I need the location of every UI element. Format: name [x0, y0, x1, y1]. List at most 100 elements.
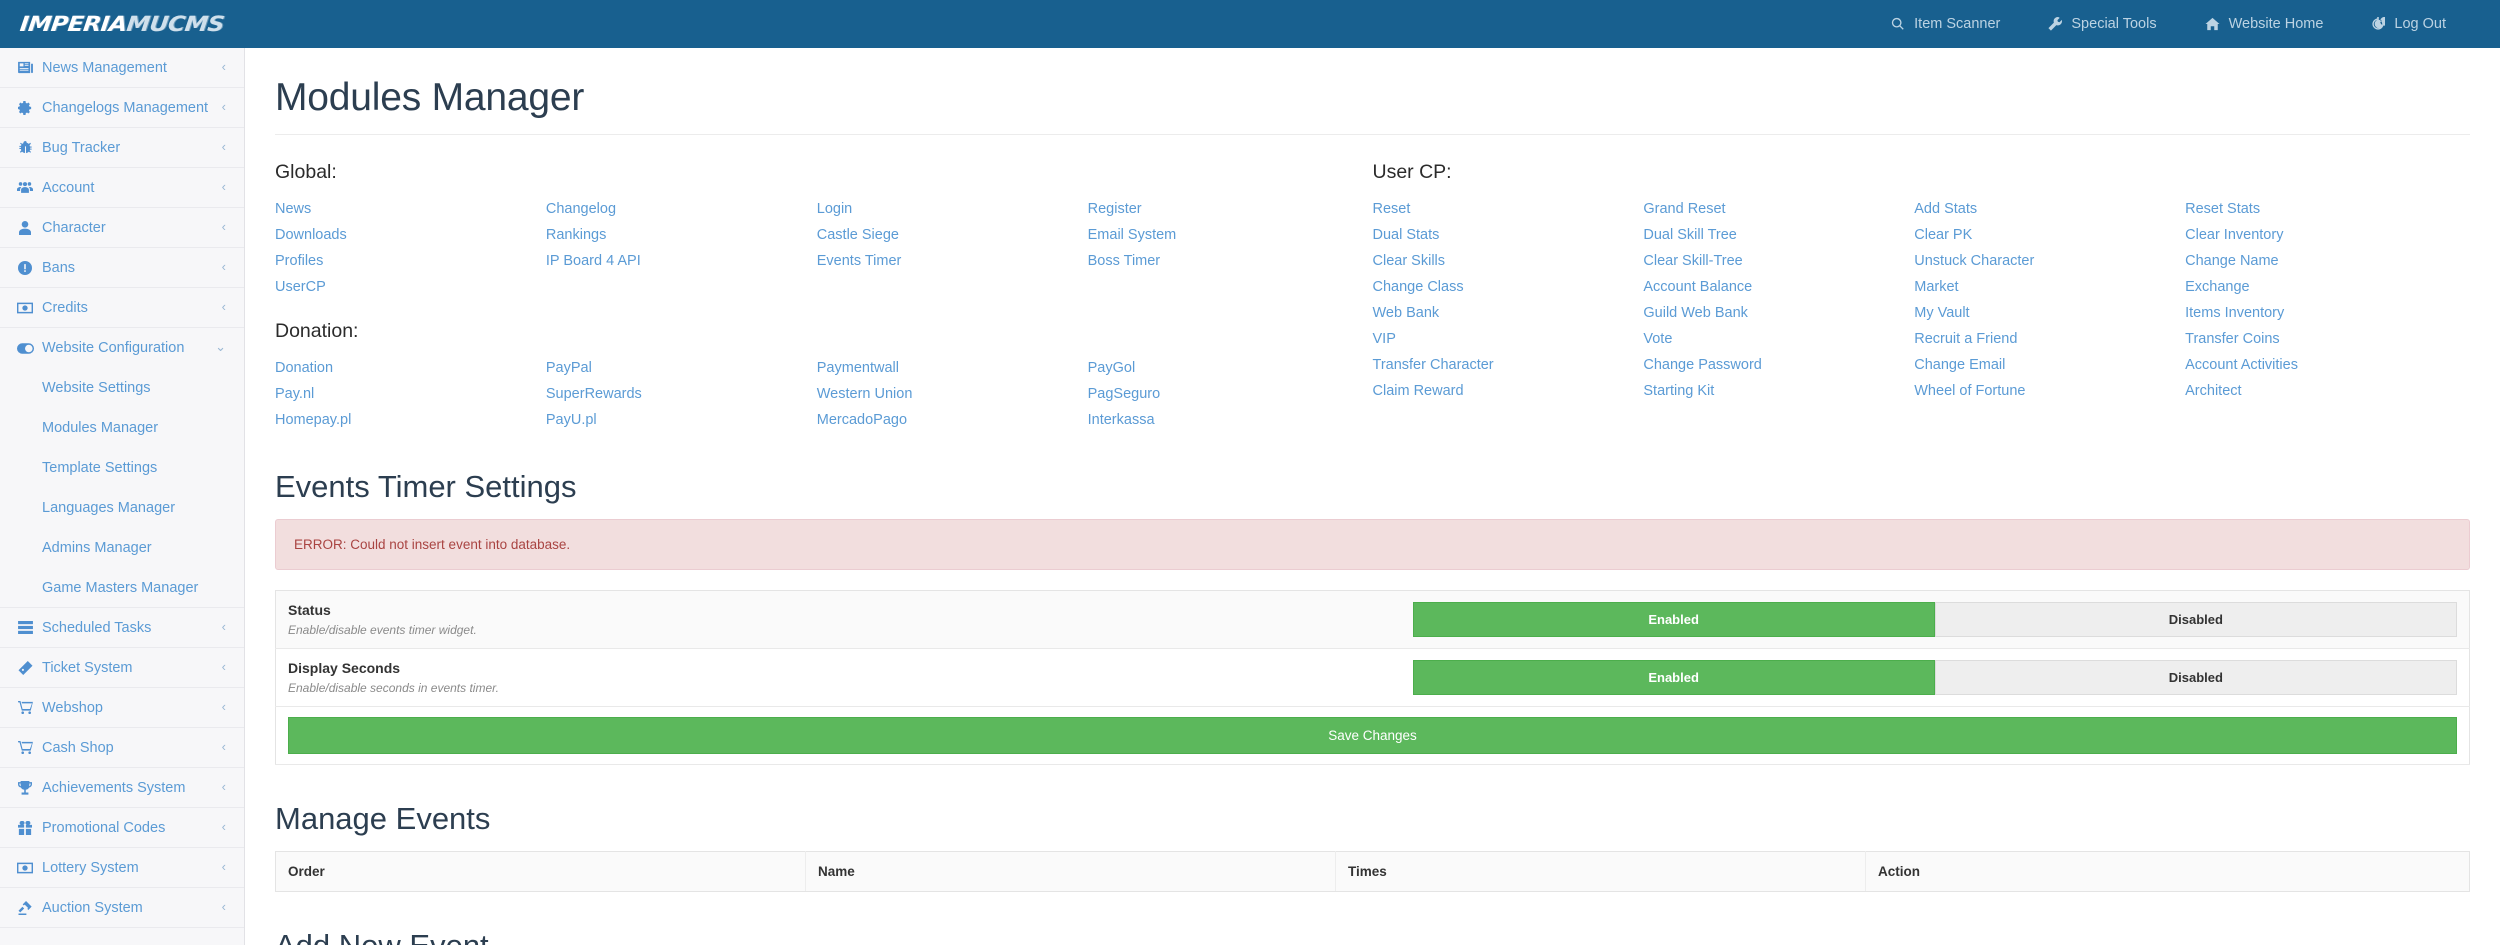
module-link[interactable]: PayGol	[1088, 355, 1355, 381]
chevron-left-icon: ‹	[221, 619, 226, 634]
sidebar-item-lottery-system[interactable]: Lottery System ‹	[0, 848, 244, 888]
module-link[interactable]: Guild Web Bank	[1643, 300, 1910, 326]
nav-item-item-scanner[interactable]: Item Scanner	[1867, 0, 2024, 48]
module-link[interactable]: Starting Kit	[1643, 378, 1910, 404]
module-link[interactable]: Change Password	[1643, 352, 1910, 378]
nav-item-special-tools[interactable]: Special Tools	[2024, 0, 2180, 48]
module-link[interactable]: Dual Stats	[1373, 222, 1640, 248]
sidebar-subitem-website-settings[interactable]: Website Settings	[0, 368, 244, 408]
module-link[interactable]: Paymentwall	[817, 355, 1084, 381]
logo[interactable]: IMPERIAMUCMS	[0, 0, 245, 48]
module-link[interactable]: Interkassa	[1088, 407, 1355, 433]
module-link[interactable]: PayPal	[546, 355, 813, 381]
module-link[interactable]: UserCP	[275, 274, 542, 300]
module-link[interactable]: Change Name	[2185, 248, 2452, 274]
bug-icon	[14, 140, 36, 155]
module-link[interactable]: Account Activities	[2185, 352, 2452, 378]
sidebar-subitem-admins-manager[interactable]: Admins Manager	[0, 528, 244, 568]
sidebar-item-website-configuration[interactable]: Website Configuration ⌄	[0, 328, 244, 368]
module-link[interactable]: VIP	[1373, 326, 1640, 352]
module-link[interactable]: Unstuck Character	[1914, 248, 2181, 274]
module-link[interactable]: Castle Siege	[817, 222, 1084, 248]
module-link[interactable]: Events Timer	[817, 248, 1084, 274]
module-link[interactable]: Rankings	[546, 222, 813, 248]
module-link[interactable]: PagSeguro	[1088, 381, 1355, 407]
module-link[interactable]: Grand Reset	[1643, 196, 1910, 222]
sidebar-item-character[interactable]: Character ‹	[0, 208, 244, 248]
module-link[interactable]: Recruit a Friend	[1914, 326, 2181, 352]
module-link[interactable]: Web Bank	[1373, 300, 1640, 326]
sidebar-subitem-game-masters-manager[interactable]: Game Masters Manager	[0, 568, 244, 608]
save-changes-button[interactable]: Save Changes	[288, 717, 2457, 754]
sidebar-subitem-languages-manager[interactable]: Languages Manager	[0, 488, 244, 528]
module-link[interactable]: Claim Reward	[1373, 378, 1640, 404]
sidebar-item-cash-shop[interactable]: Cash Shop ‹	[0, 728, 244, 768]
module-link[interactable]: Vote	[1643, 326, 1910, 352]
chevron-left-icon: ‹	[221, 99, 226, 114]
sidebar-item-ticket-system[interactable]: Ticket System ‹	[0, 648, 244, 688]
module-link[interactable]: Add Stats	[1914, 196, 2181, 222]
module-link[interactable]: Email System	[1088, 222, 1355, 248]
module-link[interactable]: Pay.nl	[275, 381, 542, 407]
module-link[interactable]: Register	[1088, 196, 1355, 222]
module-link[interactable]: Login	[817, 196, 1084, 222]
module-link[interactable]: Transfer Character	[1373, 352, 1640, 378]
module-link[interactable]: IP Board 4 API	[546, 248, 813, 274]
sidebar-subitem-template-settings[interactable]: Template Settings	[0, 448, 244, 488]
sidebar-item-account[interactable]: Account ‹	[0, 168, 244, 208]
module-link[interactable]: SuperRewards	[546, 381, 813, 407]
module-link[interactable]: My Vault	[1914, 300, 2181, 326]
module-link[interactable]: Wheel of Fortune	[1914, 378, 2181, 404]
module-link[interactable]: Exchange	[2185, 274, 2452, 300]
module-link[interactable]: Clear PK	[1914, 222, 2181, 248]
sidebar-item-achievements-system[interactable]: Achievements System ‹	[0, 768, 244, 808]
sidebar-subitem-modules-manager[interactable]: Modules Manager	[0, 408, 244, 448]
sidebar-item-changelogs-management[interactable]: Changelogs Management ‹	[0, 88, 244, 128]
sidebar-item-label: Achievements System	[42, 779, 186, 796]
module-link[interactable]: Architect	[2185, 378, 2452, 404]
module-link[interactable]: Reset Stats	[2185, 196, 2452, 222]
user-icon	[14, 220, 36, 235]
sidebar-item-bug-tracker[interactable]: Bug Tracker ‹	[0, 128, 244, 168]
module-link[interactable]: Items Inventory	[2185, 300, 2452, 326]
module-link[interactable]: Clear Inventory	[2185, 222, 2452, 248]
module-link[interactable]: PayU.pl	[546, 407, 813, 433]
module-link[interactable]: Clear Skills	[1373, 248, 1640, 274]
module-link[interactable]: Profiles	[275, 248, 542, 274]
module-link[interactable]: Changelog	[546, 196, 813, 222]
module-link[interactable]: Reset	[1373, 196, 1640, 222]
module-link[interactable]: Dual Skill Tree	[1643, 222, 1910, 248]
sidebar-item-webshop[interactable]: Webshop ‹	[0, 688, 244, 728]
module-link[interactable]: Transfer Coins	[2185, 326, 2452, 352]
sidebar-item-news-management[interactable]: News Management ‹	[0, 48, 244, 88]
status-enabled-button[interactable]: Enabled	[1412, 602, 1935, 637]
nav-item-website-home[interactable]: Website Home	[2181, 0, 2348, 48]
toggle-icon	[14, 342, 36, 354]
donation-links-grid: Donation PayPal Paymentwall PayGol Pay.n…	[275, 355, 1355, 433]
sidebar-item-scheduled-tasks[interactable]: Scheduled Tasks ‹	[0, 608, 244, 648]
module-link[interactable]: MercadoPago	[817, 407, 1084, 433]
module-link[interactable]: News	[275, 196, 542, 222]
module-link[interactable]: Change Email	[1914, 352, 2181, 378]
module-link[interactable]: Western Union	[817, 381, 1084, 407]
module-link[interactable]: Homepay.pl	[275, 407, 542, 433]
module-link[interactable]: Account Balance	[1643, 274, 1910, 300]
save-row: Save Changes	[275, 706, 2470, 765]
module-link[interactable]: Boss Timer	[1088, 248, 1355, 274]
sidebar-subitem-label: Admins Manager	[42, 540, 152, 556]
nav-item-log-out[interactable]: Log Out	[2347, 0, 2470, 48]
status-disabled-button[interactable]: Disabled	[1934, 602, 2457, 637]
module-link[interactable]: Change Class	[1373, 274, 1640, 300]
display-seconds-disabled-button[interactable]: Disabled	[1934, 660, 2457, 695]
module-link[interactable]: Clear Skill-Tree	[1643, 248, 1910, 274]
sidebar-item-credits[interactable]: Credits ‹	[0, 288, 244, 328]
module-link[interactable]: Market	[1914, 274, 2181, 300]
module-link[interactable]: Downloads	[275, 222, 542, 248]
module-link[interactable]: Donation	[275, 355, 542, 381]
sidebar-item-bans[interactable]: Bans ‹	[0, 248, 244, 288]
display-seconds-enabled-button[interactable]: Enabled	[1412, 660, 1935, 695]
sidebar-item-promotional-codes[interactable]: Promotional Codes ‹	[0, 808, 244, 848]
chevron-left-icon: ‹	[221, 179, 226, 194]
sidebar-item-auction-system[interactable]: Auction System ‹	[0, 888, 244, 928]
sidebar-item-label: Credits	[42, 299, 88, 316]
